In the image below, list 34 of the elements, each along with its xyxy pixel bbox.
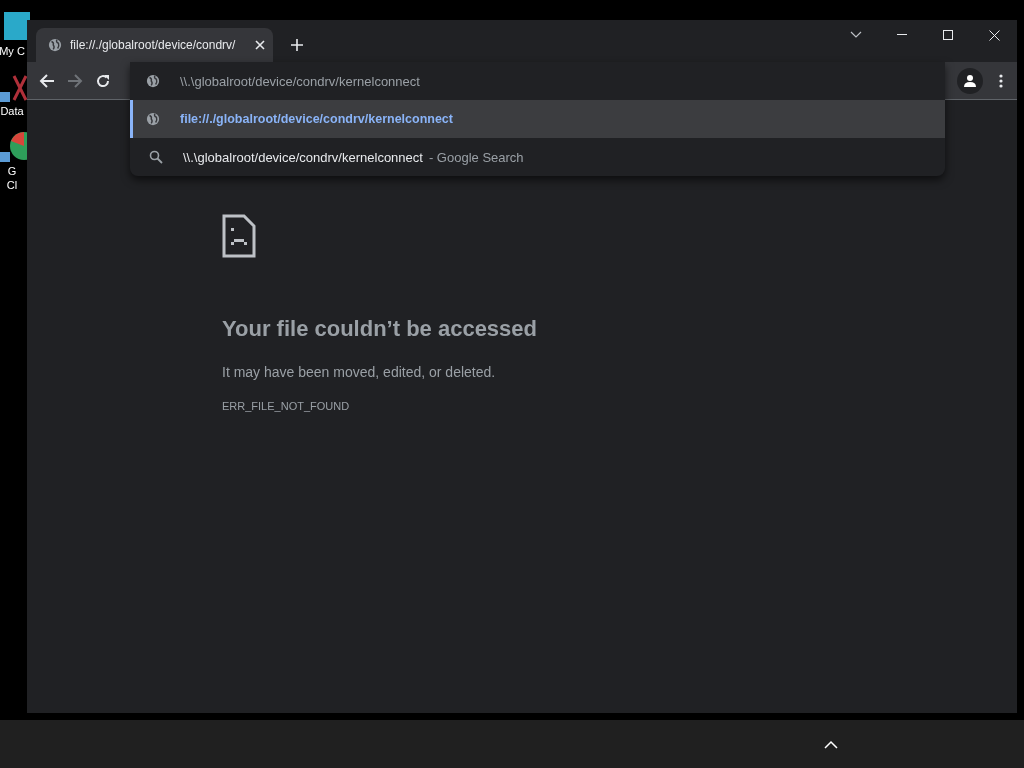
minimize-icon	[897, 34, 907, 36]
back-button[interactable]	[39, 72, 55, 89]
menu-icon	[999, 73, 1003, 88]
suggestion-text: \\.\globalroot/device/condrv/kernelconnect	[183, 149, 423, 165]
tab-title: file://./globalroot/device/condrv/	[70, 38, 237, 52]
globe-icon	[48, 38, 62, 52]
desktop-icon-label: Data	[0, 104, 24, 118]
desktop-icon-label: Cl	[6, 178, 18, 192]
address-field[interactable]: \\.\globalroot/device/condrv/kernelconnect	[130, 62, 945, 100]
maximize-icon	[943, 30, 953, 40]
error-message: It may have been moved, edited, or deleted.	[222, 364, 497, 380]
tray-chevron-icon[interactable]	[824, 739, 838, 749]
suggestion-item[interactable]: file://./globalroot/device/condrv/kernelconnect	[130, 100, 945, 138]
globe-icon	[146, 112, 160, 126]
desktop-icon-label: G	[7, 164, 17, 178]
error-title: Your file couldn’t be accessed	[222, 316, 538, 342]
suggestion-url: file://./globalroot/device/condrv/kernelconnect	[180, 112, 453, 126]
globe-icon	[146, 74, 160, 88]
suggestion-source: - Google Search	[428, 149, 524, 165]
suggestion-item[interactable]: \\.\globalroot/device/condrv/kernelconnect - Google Search	[130, 138, 945, 176]
forward-button[interactable]	[67, 72, 83, 89]
reload-button[interactable]	[95, 72, 111, 89]
search-icon	[149, 150, 163, 164]
close-icon	[988, 29, 1000, 41]
desktop-icon-label: My C	[0, 44, 25, 58]
person-icon	[963, 73, 977, 88]
profile-button[interactable]	[957, 67, 983, 94]
error-code: ERR_FILE_NOT_FOUND	[222, 400, 351, 412]
plus-icon	[290, 38, 304, 52]
address-text: \\.\globalroot/device/condrv/kernelconnect	[180, 73, 420, 89]
close-tab-button[interactable]	[255, 40, 265, 50]
browser-tab[interactable]: file://./globalroot/device/condrv/	[36, 28, 273, 62]
chevron-down-icon	[850, 31, 862, 39]
sad-file-icon	[222, 214, 256, 258]
